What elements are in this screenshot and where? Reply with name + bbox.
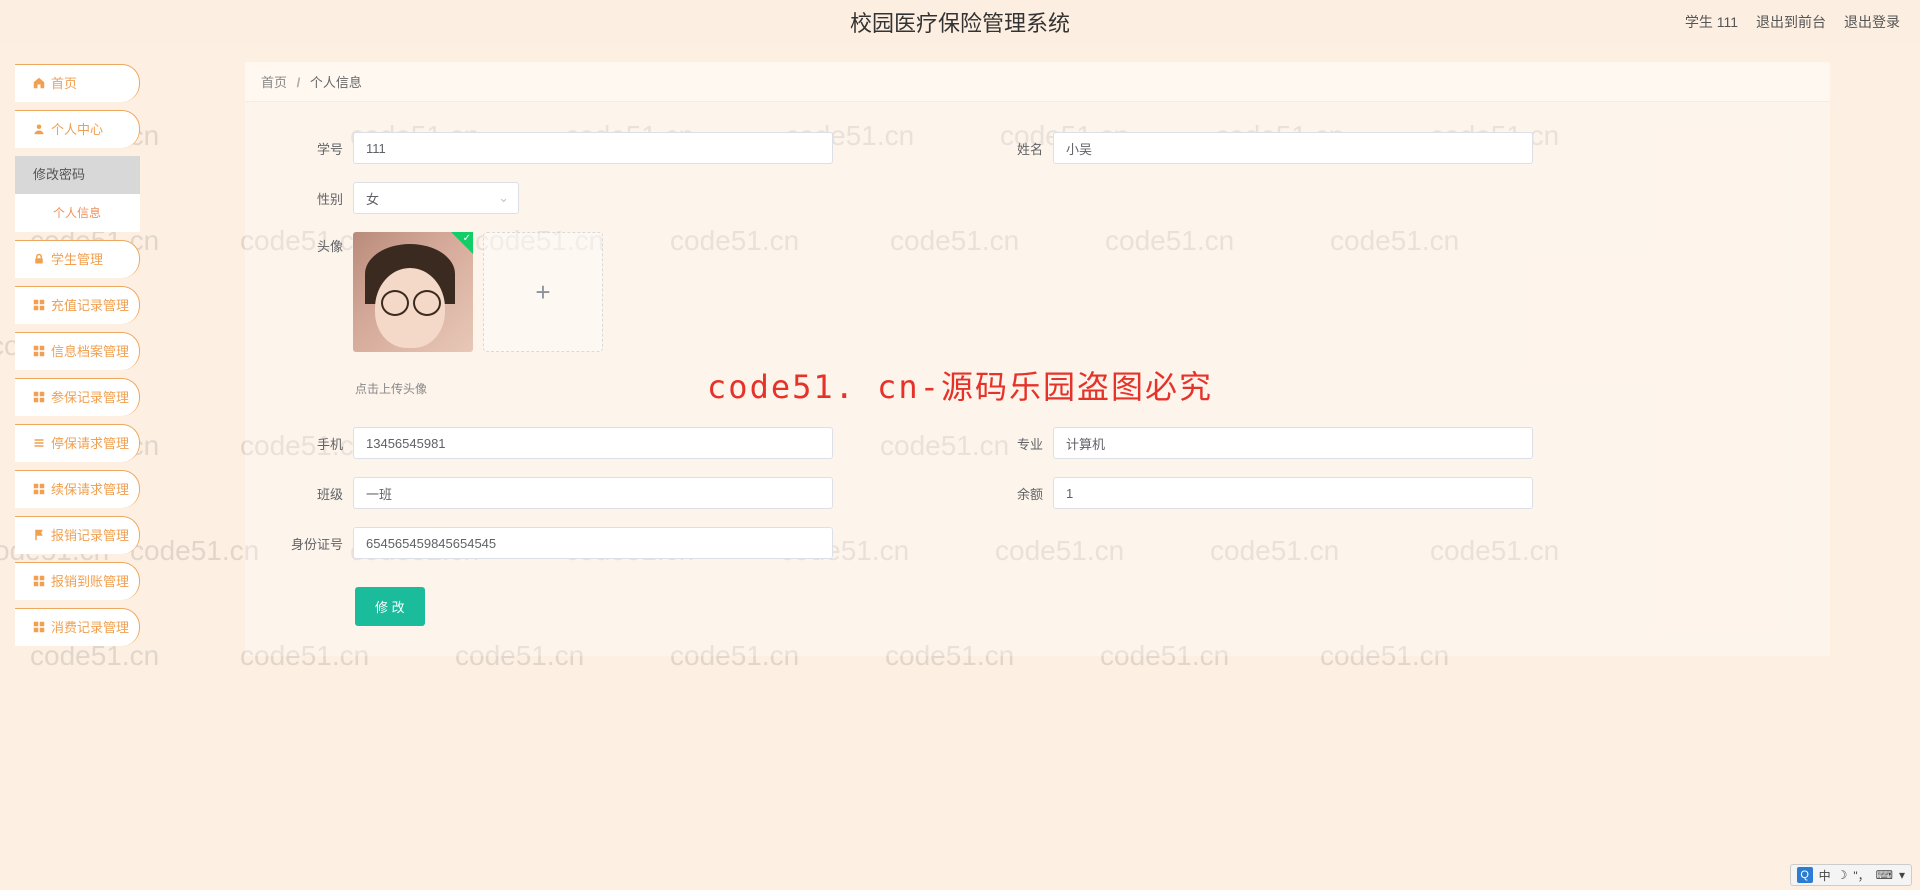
upload-avatar-button[interactable]: +	[483, 232, 603, 352]
lock-icon	[33, 253, 45, 265]
sidebar-item-personal[interactable]: 个人中心	[15, 110, 140, 148]
page-title: 校园医疗保险管理系统	[850, 6, 1070, 38]
label-idcard: 身份证号	[285, 534, 343, 553]
breadcrumb-home[interactable]: 首页	[261, 75, 287, 90]
sidebar-item-reimburse[interactable]: 报销记录管理	[15, 516, 140, 554]
home-icon	[33, 77, 45, 89]
user-icon	[33, 123, 45, 135]
ime-toolbar[interactable]: Q 中 ☽ "， ⌨ ▾	[1790, 864, 1912, 886]
avatar[interactable]	[353, 232, 473, 352]
gender-select[interactable]: ⌄	[353, 182, 519, 214]
grid-icon	[33, 575, 45, 587]
sidebar-item-archives[interactable]: 信息档案管理	[15, 332, 140, 370]
sidebar-item-password[interactable]: 修改密码	[15, 156, 140, 194]
sidebar-item-recharge[interactable]: 充值记录管理	[15, 286, 140, 324]
sidebar-item-profile[interactable]: 个人信息	[15, 194, 140, 232]
breadcrumb-sep: /	[297, 75, 301, 90]
label-name: 姓名	[985, 139, 1043, 158]
sidebar-item-home[interactable]: 首页	[15, 64, 140, 102]
breadcrumb: 首页 / 个人信息	[245, 62, 1830, 102]
sidebar-item-stop[interactable]: 停保请求管理	[15, 424, 140, 462]
chevron-down-icon[interactable]: ▾	[1899, 868, 1905, 882]
grid-icon	[33, 621, 45, 633]
ime-lang[interactable]: 中	[1819, 867, 1831, 884]
sidebar: 首页 个人中心 修改密码 个人信息 学生管理 充值记录管理 信息档案管理 参保记…	[0, 44, 155, 890]
phone-input[interactable]	[353, 427, 833, 459]
balance-input[interactable]	[1053, 477, 1533, 509]
ime-logo-icon: Q	[1797, 867, 1813, 883]
moon-icon[interactable]: ☽	[1837, 868, 1848, 882]
link-exit-front[interactable]: 退出到前台	[1756, 12, 1826, 32]
label-major: 专业	[985, 434, 1043, 453]
keyboard-icon[interactable]: ⌨	[1876, 868, 1893, 882]
sidebar-item-student[interactable]: 学生管理	[15, 240, 140, 278]
sidebar-item-arrival[interactable]: 报销到账管理	[15, 562, 140, 600]
sidebar-item-renew[interactable]: 续保请求管理	[15, 470, 140, 508]
plus-icon: +	[535, 277, 550, 308]
user-info[interactable]: 学生 111	[1685, 12, 1738, 32]
idcard-input[interactable]	[353, 527, 833, 559]
grid-icon	[33, 483, 45, 495]
list-icon	[33, 437, 45, 449]
grid-icon	[33, 299, 45, 311]
student-id-input[interactable]	[353, 132, 833, 164]
grid-icon	[33, 345, 45, 357]
sidebar-item-insurance[interactable]: 参保记录管理	[15, 378, 140, 416]
comma-icon[interactable]: "，	[1853, 867, 1869, 884]
label-avatar: 头像	[285, 232, 343, 255]
submit-button[interactable]: 修 改	[355, 587, 425, 626]
breadcrumb-current: 个人信息	[310, 75, 362, 90]
label-phone: 手机	[285, 434, 343, 453]
flag-icon	[33, 529, 45, 541]
grid-icon	[33, 391, 45, 403]
label-student-id: 学号	[285, 139, 343, 158]
chevron-down-icon: ⌄	[498, 190, 509, 206]
major-input[interactable]	[1053, 427, 1533, 459]
name-input[interactable]	[1053, 132, 1533, 164]
upload-tip: 点击上传头像	[355, 380, 1790, 397]
label-class: 班级	[285, 484, 343, 503]
label-gender: 性别	[285, 189, 343, 208]
sidebar-item-consume[interactable]: 消费记录管理	[15, 608, 140, 646]
link-logout[interactable]: 退出登录	[1844, 12, 1900, 32]
topbar: 校园医疗保险管理系统 学生 111 退出到前台 退出登录	[0, 0, 1920, 44]
class-input[interactable]	[353, 477, 833, 509]
label-balance: 余额	[985, 484, 1043, 503]
